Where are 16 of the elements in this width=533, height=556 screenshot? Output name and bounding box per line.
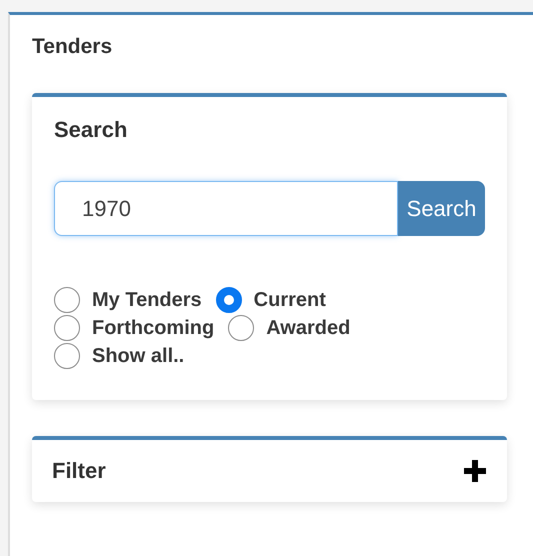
plus-icon[interactable] (463, 459, 487, 483)
card-title: Search (54, 117, 128, 143)
radio-button[interactable] (54, 315, 80, 341)
radio-label: Awarded (266, 316, 350, 340)
radio-label: My Tenders (92, 288, 202, 312)
card-title: Filter (52, 458, 106, 484)
radio-button[interactable] (228, 315, 254, 341)
radio-label: Forthcoming (92, 316, 214, 340)
search-button[interactable]: Search (398, 181, 485, 236)
search-field[interactable]: 1970 (54, 181, 398, 236)
radio-button[interactable] (216, 287, 242, 313)
radio-label: Current (254, 288, 326, 312)
radio-label: Show all.. (92, 344, 184, 368)
radio-button[interactable] (54, 343, 80, 369)
radio-button[interactable] (54, 287, 80, 313)
panel-title: Tenders (32, 35, 114, 59)
